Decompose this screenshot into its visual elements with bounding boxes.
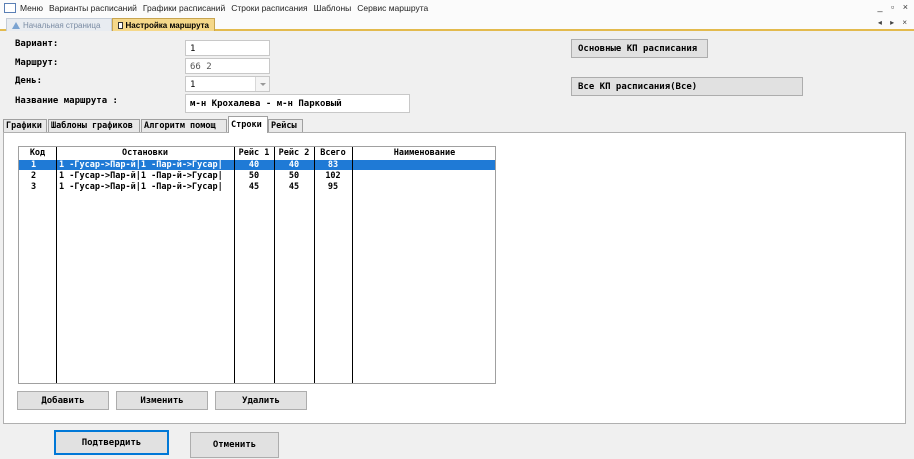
cell-name (355, 182, 495, 192)
route-label: Маршрут: (15, 58, 59, 68)
home-icon (12, 21, 20, 29)
tab-algorithm[interactable]: Алгоритм помощ (141, 119, 227, 132)
tab-navigation[interactable]: ◂ ▸ × (878, 18, 910, 27)
grid-header: Код Остановки Рейс 1 Рейс 2 Всего Наимен… (19, 147, 495, 160)
cell-code: 3 (31, 182, 37, 192)
tab-home[interactable]: Начальная страница (6, 18, 112, 31)
app-window-icon (4, 3, 16, 13)
tab-route-settings[interactable]: Настройка маршрута (112, 18, 215, 31)
menu-bar: Меню Варианты расписаний Графики расписа… (0, 0, 914, 16)
variant-field[interactable]: 1 (185, 40, 270, 56)
grid-column-divider (314, 147, 315, 383)
day-select-value: 1 (190, 80, 196, 90)
window-icon (118, 21, 123, 29)
tab-rows[interactable]: Строки (228, 116, 268, 133)
menu-item-schedule-graphs[interactable]: Графики расписаний (143, 3, 225, 13)
cell-stops: 1 -Гусар->Пар-й|1 -Пар-й->Гусар| (59, 160, 223, 170)
day-label: День: (15, 76, 43, 86)
menu-item-templates[interactable]: Шаблоны (314, 3, 352, 13)
cell-code: 2 (31, 171, 37, 181)
document-tab-strip: Начальная страница Настройка маршрута ◂ … (0, 16, 914, 31)
delete-button[interactable]: Удалить (215, 391, 307, 410)
cancel-button[interactable]: Отменить (190, 432, 279, 458)
all-kp-button[interactable]: Все КП расписания(Все) (571, 77, 803, 96)
table-row[interactable]: 2 1 -Гусар->Пар-й|1 -Пар-й->Гусар| 50 50… (19, 171, 495, 181)
route-name-field[interactable]: м-н Крохалева - м-н Парковый (185, 94, 410, 113)
cell-code: 1 (31, 160, 37, 170)
cell-name (355, 171, 495, 181)
tab-trips[interactable]: Рейсы (268, 119, 303, 132)
menu-item-menu[interactable]: Меню (20, 3, 43, 13)
route-name-label: Название маршрута : (15, 96, 118, 106)
cell-total: 102 (325, 171, 341, 181)
variant-label: Вариант: (15, 39, 59, 49)
cell-stops: 1 -Гусар->Пар-й|1 -Пар-й->Гусар| (59, 182, 223, 192)
column-header-trip2[interactable]: Рейс 2 (274, 147, 314, 160)
tab-home-label: Начальная страница (23, 20, 101, 30)
cell-trip1: 40 (248, 160, 260, 170)
menu-item-schedule-variants[interactable]: Варианты расписаний (49, 3, 137, 13)
cell-trip2: 45 (288, 182, 300, 192)
column-header-trip1[interactable]: Рейс 1 (234, 147, 274, 160)
edit-button[interactable]: Изменить (116, 391, 208, 410)
tab-route-settings-label: Настройка маршрута (125, 20, 209, 30)
add-button[interactable]: Добавить (17, 391, 109, 410)
schedule-rows-grid[interactable]: Код Остановки Рейс 1 Рейс 2 Всего Наимен… (18, 146, 496, 384)
window-controls[interactable]: _ ▫ × (878, 2, 911, 12)
confirm-button[interactable]: Подтвердить (54, 430, 169, 455)
column-header-total[interactable]: Всего (314, 147, 352, 160)
grid-column-divider (352, 147, 353, 383)
cell-stops: 1 -Гусар->Пар-й|1 -Пар-й->Гусар| (59, 171, 223, 181)
cell-trip1: 50 (248, 171, 260, 181)
cell-total: 83 (327, 160, 339, 170)
grid-column-divider (56, 147, 57, 383)
grid-column-divider (234, 147, 235, 383)
tab-graph-templates[interactable]: Шаблоны графиков (48, 119, 140, 132)
table-row[interactable]: 1 1 -Гусар->Пар-й|1 -Пар-й->Гусар| 40 40… (19, 160, 495, 170)
main-kp-button[interactable]: Основные КП расписания (571, 39, 708, 58)
menu-item-route-service[interactable]: Сервис маршрута (357, 3, 428, 13)
column-header-name[interactable]: Наименование (352, 147, 497, 160)
tab-graphs[interactable]: Графики (3, 119, 47, 132)
cell-total: 95 (327, 182, 339, 192)
chevron-down-icon[interactable] (255, 77, 269, 91)
column-header-code[interactable]: Код (19, 147, 56, 160)
cell-name (355, 160, 495, 170)
cell-trip1: 45 (248, 182, 260, 192)
cell-trip2: 50 (288, 171, 300, 181)
table-row[interactable]: 3 1 -Гусар->Пар-й|1 -Пар-й->Гусар| 45 45… (19, 182, 495, 192)
route-field[interactable]: 66 2 (185, 58, 270, 74)
grid-column-divider (274, 147, 275, 383)
column-header-stops[interactable]: Остановки (56, 147, 234, 160)
menu-item-schedule-rows[interactable]: Строки расписания (231, 3, 307, 13)
cell-trip2: 40 (288, 160, 300, 170)
day-select[interactable]: 1 (185, 76, 270, 92)
